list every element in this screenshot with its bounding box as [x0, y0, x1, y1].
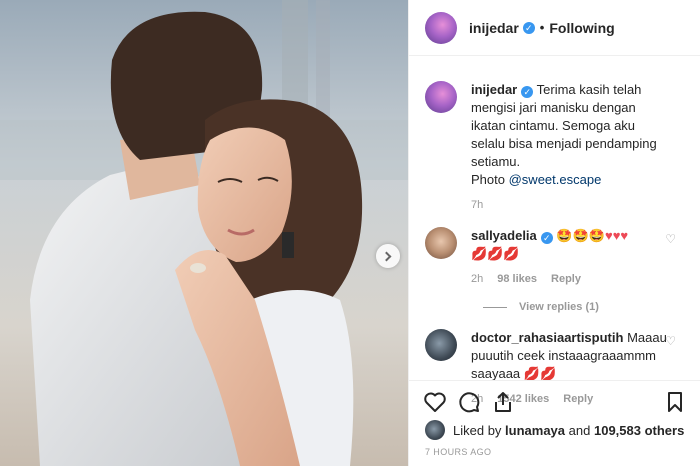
comment-like-heart-icon[interactable]: ♡	[665, 232, 676, 246]
bookmark-icon[interactable]	[663, 390, 687, 414]
avatar[interactable]	[425, 420, 445, 440]
post-header: inijedar ✓ • Following	[409, 0, 700, 56]
heart-outline-icon[interactable]	[423, 390, 447, 414]
avatar[interactable]	[425, 11, 457, 44]
comment-icon[interactable]	[457, 390, 481, 414]
liked-by-prefix: Liked by	[453, 422, 502, 438]
comment-time[interactable]: 2h	[471, 273, 483, 285]
comment-like-heart-icon[interactable]: ♡	[665, 334, 676, 348]
kiss-mark-emoji: 💋💋💋	[471, 246, 520, 261]
view-replies-label: View replies (1)	[519, 301, 599, 313]
kiss-mark-emoji: 💋💋	[523, 366, 557, 381]
caption-time[interactable]: 7h	[471, 199, 483, 211]
comments-list[interactable]: inijedar ✓ Terima kasih telah mengisi jar…	[409, 57, 700, 405]
next-arrow-icon	[381, 251, 392, 261]
header-username[interactable]: inijedar	[469, 20, 519, 36]
action-bar	[409, 380, 700, 422]
red-heart-emoji: ♥♥♥	[604, 228, 629, 243]
reply-button[interactable]: Reply	[551, 273, 581, 285]
caption-row: inijedar ✓ Terima kasih telah mengisi jar…	[425, 81, 684, 211]
separator-dot: •	[539, 20, 545, 35]
post-side-panel: inijedar ✓ • Following inijedar ✓ Terima …	[408, 0, 700, 466]
verified-badge-icon: ✓	[522, 21, 535, 34]
post-photo[interactable]	[0, 0, 408, 466]
liked-by-count[interactable]: 109,583 others	[594, 423, 684, 438]
caption-photo-prefix: Photo	[471, 172, 505, 187]
photo-illustration	[0, 0, 408, 466]
avatar[interactable]	[425, 81, 457, 113]
next-photo-button[interactable]	[376, 244, 400, 268]
comment-likes[interactable]: 98 likes	[497, 273, 537, 285]
star-struck-emoji: 🤩🤩🤩	[556, 228, 605, 243]
avatar[interactable]	[425, 329, 457, 361]
comment-username[interactable]: doctor_rahasiaartisputih	[471, 330, 623, 345]
replies-divider-line	[483, 306, 507, 308]
verified-badge-icon: ✓	[521, 86, 534, 98]
liked-by-user[interactable]: lunamaya	[505, 423, 565, 438]
photo-credit-link[interactable]: @sweet.escape	[509, 172, 602, 187]
view-replies-button[interactable]: View replies (1)	[483, 301, 684, 313]
liked-by-row: Liked by lunamaya and 109,583 others	[425, 420, 684, 440]
verified-badge-icon: ✓	[540, 232, 553, 244]
comment-username[interactable]: sallyadelia	[471, 228, 537, 243]
caption-username[interactable]: inijedar	[471, 82, 517, 97]
following-button[interactable]: Following	[549, 20, 614, 36]
share-icon[interactable]	[491, 390, 515, 414]
post-timestamp[interactable]: 7 HOURS AGO	[425, 447, 491, 457]
avatar[interactable]	[425, 227, 457, 259]
liked-by-conjunction: and	[568, 422, 591, 438]
comment-row: sallyadelia ✓ 🤩🤩🤩♥♥♥ 💋💋💋 2h 98 likes Repl…	[425, 227, 684, 285]
